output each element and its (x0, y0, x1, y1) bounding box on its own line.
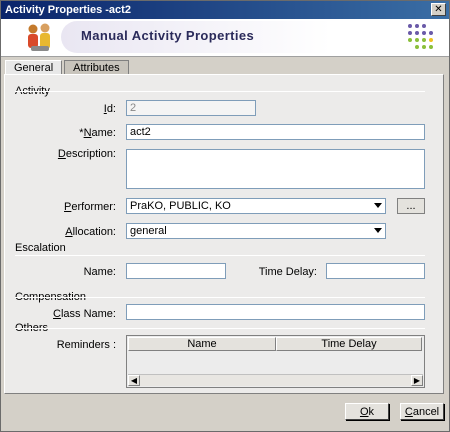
id-label: Id: (103, 103, 116, 115)
close-button[interactable]: ✕ (431, 3, 446, 16)
performer-browse-button[interactable]: ... (397, 198, 425, 214)
id-field: 2 (126, 100, 256, 116)
name-field[interactable]: act2 (126, 124, 425, 140)
dots-logo (408, 24, 433, 49)
ok-button[interactable]: Ok (345, 403, 389, 420)
section-divider (15, 328, 425, 329)
cancel-label: Cancel (404, 405, 440, 418)
section-divider (15, 91, 425, 92)
description-field[interactable] (126, 149, 425, 189)
horizontal-scrollbar[interactable]: ◀ ▶ (128, 374, 423, 386)
reminders-label: Reminders : (56, 339, 116, 351)
performer-value: PraKO, PUBLIC, KO (130, 200, 231, 212)
header-banner: Manual Activity Properties (1, 19, 449, 57)
scroll-right-icon[interactable]: ▶ (411, 375, 423, 386)
people-icon (28, 23, 50, 51)
tab-attributes[interactable]: Attributes (64, 60, 129, 74)
performer-select[interactable]: PraKO, PUBLIC, KO (126, 198, 386, 214)
banner-title: Manual Activity Properties (81, 28, 255, 43)
window-title: Activity Properties -act2 (5, 4, 131, 16)
general-panel: Activity Id: 2 *Name: act2 Description: … (4, 74, 444, 394)
description-label: Description: (57, 148, 116, 160)
scroll-left-icon[interactable]: ◀ (128, 375, 140, 386)
time-delay-field[interactable] (326, 263, 425, 279)
chevron-down-icon (374, 203, 382, 208)
title-bar[interactable]: Activity Properties -act2 ✕ (1, 1, 449, 19)
column-header-name[interactable]: Name (128, 337, 276, 351)
section-divider (15, 255, 425, 256)
allocation-value: general (130, 225, 167, 237)
dialog-window: Activity Properties -act2 ✕ Manual Activ… (0, 0, 450, 432)
chevron-down-icon (374, 228, 382, 233)
reminders-table[interactable]: Name Time Delay ◀ ▶ (126, 335, 425, 388)
escalation-name-field[interactable] (126, 263, 226, 279)
tab-bar: General Attributes (5, 60, 131, 75)
ok-label: Ok (359, 405, 375, 418)
class-name-field[interactable] (126, 304, 425, 320)
escalation-name-label: Name: (83, 266, 116, 278)
column-header-time-delay[interactable]: Time Delay (276, 337, 422, 351)
close-icon: ✕ (434, 3, 443, 15)
cancel-button[interactable]: Cancel (400, 403, 444, 420)
section-escalation: Escalation (15, 242, 66, 254)
section-divider (15, 297, 425, 298)
name-label: *Name: (79, 127, 116, 139)
time-delay-label: Time Delay: (258, 266, 317, 278)
allocation-select[interactable]: general (126, 223, 386, 239)
tab-general[interactable]: General (5, 60, 63, 74)
allocation-label: Allocation: (65, 226, 116, 238)
class-name-label: Class Name: (53, 308, 116, 320)
performer-label: Performer: (64, 201, 116, 213)
